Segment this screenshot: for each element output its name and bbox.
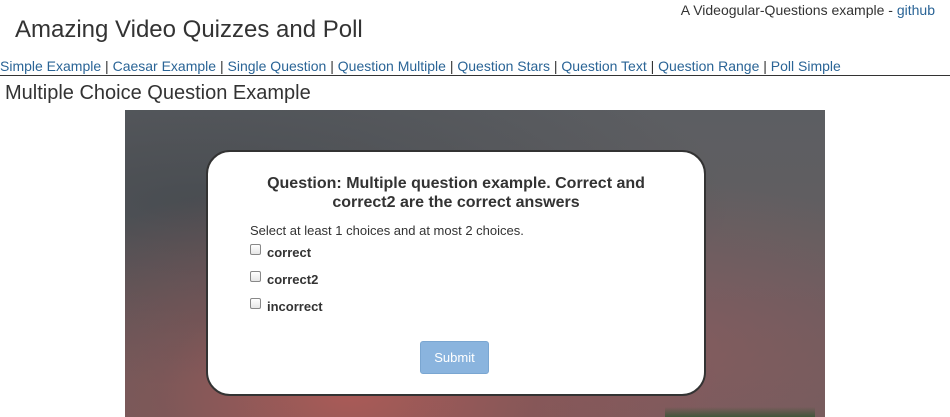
page-title: Multiple Choice Question Example xyxy=(5,82,311,104)
video-background-detail xyxy=(665,407,815,417)
nav-separator: | xyxy=(105,58,109,74)
question-text: Question: Multiple question example. Cor… xyxy=(267,175,645,211)
nav-link-poll-simple[interactable]: Poll Simple xyxy=(771,58,841,74)
choice-label: incorrect xyxy=(267,298,323,314)
header-note: A Videogular-Questions example - github xyxy=(681,2,935,18)
checkbox[interactable] xyxy=(250,270,261,282)
video-player[interactable]: Question: Multiple question example. Cor… xyxy=(125,110,825,417)
nav-link-question-range[interactable]: Question Range xyxy=(658,58,759,74)
choice-label: correct xyxy=(267,244,312,260)
choice-instructions: Select at least 1 choices and at most 2 … xyxy=(250,223,524,238)
nav-separator: | xyxy=(650,58,655,74)
checkbox[interactable] xyxy=(250,243,261,255)
nav-separator: | xyxy=(449,58,454,74)
nav-separator: | xyxy=(763,58,767,74)
submit-button[interactable]: Submit xyxy=(420,341,489,374)
nav-separator: | xyxy=(553,58,558,74)
header-note-text: A Videogular-Questions example - xyxy=(680,2,897,18)
nav-link-question-stars[interactable]: Question Stars xyxy=(457,58,550,74)
question-overlay: Question: Multiple question example. Cor… xyxy=(206,150,706,396)
nav-link-simple-example[interactable]: Simple Example xyxy=(0,58,101,74)
nav-link-single-question[interactable]: Single Question xyxy=(228,58,327,74)
nav-link-caesar-example[interactable]: Caesar Example xyxy=(113,58,217,74)
app-title: Amazing Video Quizzes and Poll xyxy=(15,16,363,43)
nav-bar: Simple Example | Caesar Example | Single… xyxy=(0,58,950,76)
nav-separator: | xyxy=(219,58,224,74)
choice-correct2[interactable]: correct2 xyxy=(250,270,319,287)
choice-label: correct2 xyxy=(267,271,319,287)
choice-correct[interactable]: correct xyxy=(250,243,312,260)
nav-link-question-multiple[interactable]: Question Multiple xyxy=(338,58,446,74)
nav-link-question-text[interactable]: Question Text xyxy=(561,58,646,74)
checkbox[interactable] xyxy=(250,297,261,309)
choice-incorrect[interactable]: incorrect xyxy=(250,297,323,314)
github-link[interactable]: github xyxy=(897,2,935,18)
nav-separator: | xyxy=(330,58,334,74)
